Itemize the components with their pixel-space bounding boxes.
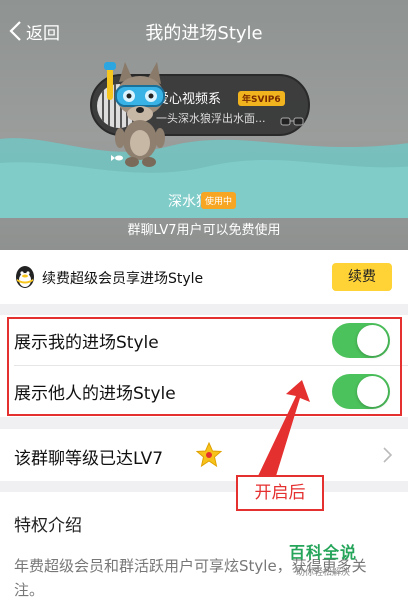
switch-knob (357, 376, 388, 407)
toggle-row-show-mine: 展示我的进场Style (0, 315, 408, 366)
in-use-badge: 使用中 (201, 192, 237, 209)
style-preview-header: 返回 我的进场Style 爱心视频系 年SVIP6 一头深水狼浮出水面... 深… (0, 0, 408, 250)
watermark-main: 百科全说 (289, 543, 358, 562)
watermark-sub: 助你轻松解决 (296, 568, 351, 578)
chevron-right-icon (383, 447, 392, 463)
switch-show-others[interactable] (332, 374, 390, 409)
group-level-row[interactable]: 该群聊等级已达LV7 (0, 429, 408, 481)
toggle-label-show-others: 展示他人的进场Style (14, 384, 176, 404)
star-icon (196, 442, 222, 468)
svip-badge: 年SVIP6 (238, 91, 285, 106)
watermark: 百科全说 助你轻松解决 (289, 539, 357, 578)
free-use-hint: 群聊LV7用户可以免费使用 (127, 223, 281, 238)
toggle-label-show-mine: 展示我的进场Style (14, 333, 159, 353)
toggle-section: 展示我的进场Style 展示他人的进场Style (0, 315, 408, 417)
page-title: 我的进场Style (145, 23, 263, 44)
switch-show-mine[interactable] (332, 323, 390, 358)
qq-penguin-icon (16, 266, 34, 288)
switch-knob (357, 325, 388, 356)
vip-renew-row: 续费超级会员享进场Style 续费 (0, 250, 408, 304)
nav-bar: 返回 我的进场Style (0, 0, 408, 60)
wolf-mascot-icon (104, 62, 165, 167)
privilege-title: 特权介绍 (14, 516, 82, 536)
vip-renew-text: 续费超级会员享进场Style (42, 271, 204, 287)
annotation-label: 开启后 (236, 475, 324, 511)
toggle-row-show-others: 展示他人的进场Style (0, 366, 408, 417)
group-level-text: 该群聊等级已达LV7 (14, 449, 164, 469)
goggles-icon (280, 117, 304, 126)
renew-button[interactable]: 续费 (332, 263, 392, 291)
